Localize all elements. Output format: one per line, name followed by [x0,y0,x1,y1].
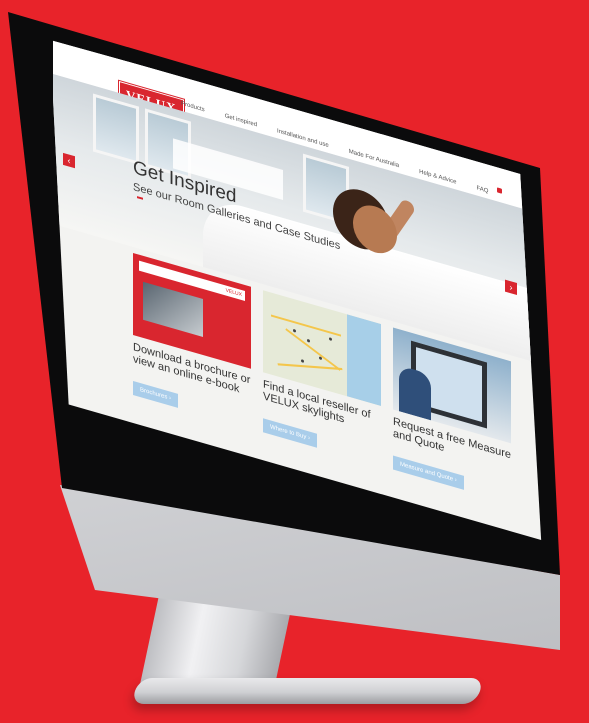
map-pin-icon [329,337,332,342]
carousel-prev-icon[interactable]: ‹ [63,152,75,169]
website: VELUX Products Get inspired Installation… [53,40,542,541]
map-pin-icon [319,356,322,361]
hero-accent-line [137,196,143,200]
imac: VELUX Products Get inspired Installation… [0,0,589,723]
card-brochure: VELUX Download a brochure or view an onl… [133,252,251,429]
imac-stand-base [130,678,485,704]
map-road [271,314,341,337]
skylight-image [303,153,349,225]
card-reseller: Find a local reseller of VELUX skylights… [263,290,381,466]
card-measure: Request a free Measure and Quote Measure… [393,327,511,503]
apple-logo-icon [346,556,370,584]
map-pin-icon [293,328,296,333]
nav-item-faq[interactable]: FAQ [476,185,488,194]
measure-and-quote-button[interactable]: Measure and Quote › [393,455,464,490]
map-sea [347,314,381,407]
brochure-photo [143,281,203,338]
map-pin-icon [301,359,304,363]
brochures-button[interactable]: Brochures › [133,380,179,408]
skylight-image [93,93,139,165]
search-icon[interactable] [497,187,502,194]
where-to-buy-button[interactable]: Where to Buy › [263,418,318,448]
map-pin-icon [307,338,310,343]
